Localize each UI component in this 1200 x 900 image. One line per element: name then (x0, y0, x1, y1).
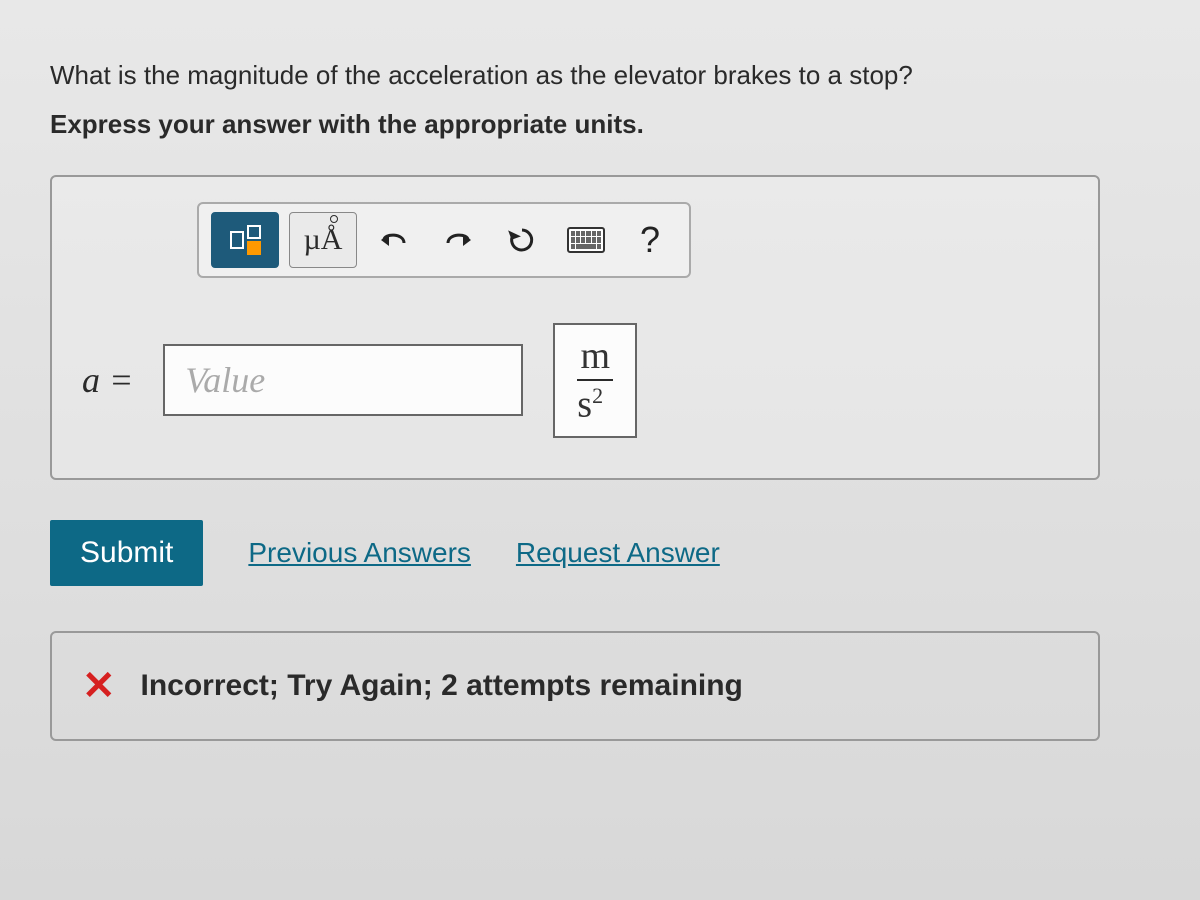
ring-accent-icon (330, 215, 338, 223)
symbols-button[interactable]: µÅ (289, 212, 357, 268)
value-input[interactable] (163, 344, 523, 416)
undo-button[interactable] (367, 212, 421, 268)
unit-denominator: s2 (577, 381, 603, 424)
reset-button[interactable] (495, 212, 549, 268)
feedback-box: ✕ Incorrect; Try Again; 2 attempts remai… (50, 631, 1100, 741)
templates-icon (230, 225, 261, 255)
undo-icon (379, 227, 409, 253)
help-button[interactable]: ? (623, 212, 677, 268)
submit-button[interactable]: Submit (50, 520, 203, 586)
unit-numerator: m (577, 337, 613, 381)
redo-button[interactable] (431, 212, 485, 268)
help-icon: ? (640, 219, 660, 261)
question-text: What is the magnitude of the acceleratio… (50, 60, 1150, 91)
formatting-toolbar: µÅ ? (197, 202, 691, 278)
previous-answers-link[interactable]: Previous Answers (248, 537, 471, 569)
instructions-text: Express your answer with the appropriate… (50, 109, 1150, 140)
feedback-message: Incorrect; Try Again; 2 attempts remaini… (141, 669, 743, 703)
redo-icon (443, 227, 473, 253)
templates-button[interactable] (211, 212, 279, 268)
reset-icon (507, 225, 537, 255)
variable-label: a = (82, 359, 133, 401)
answer-row: a = m s2 (82, 323, 1068, 438)
symbols-label: µÅ (304, 223, 343, 257)
units-input[interactable]: m s2 (553, 323, 637, 438)
answer-container: µÅ ? a = m s2 (50, 175, 1100, 480)
actions-row: Submit Previous Answers Request Answer (50, 520, 1150, 586)
keyboard-button[interactable] (559, 212, 613, 268)
keyboard-icon (567, 227, 605, 253)
incorrect-icon: ✕ (82, 663, 116, 709)
request-answer-link[interactable]: Request Answer (516, 537, 720, 569)
